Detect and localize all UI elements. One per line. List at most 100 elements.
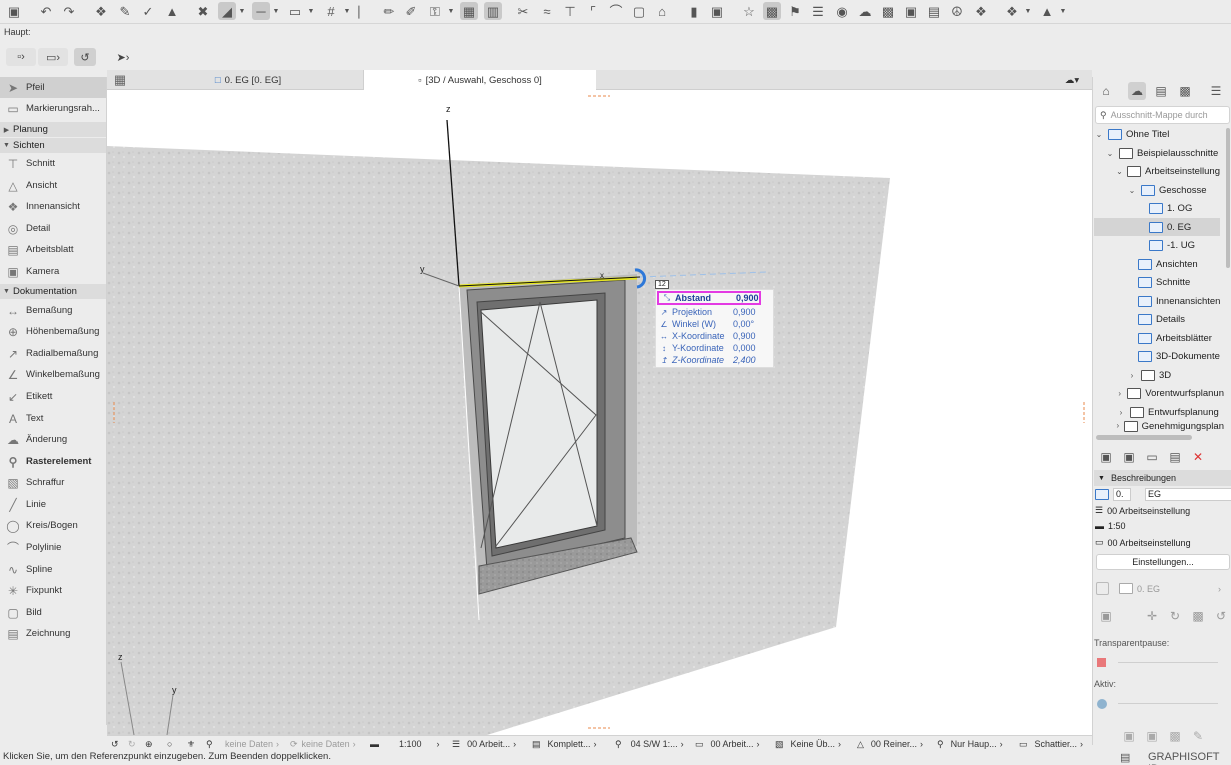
tracker-value[interactable]: 2,400 bbox=[733, 355, 756, 365]
navigator-search-input[interactable]: ⚲ Ausschnitt-Mappe durch bbox=[1095, 106, 1230, 124]
tool-schraffur[interactable]: ▧ Schraffur bbox=[0, 472, 106, 493]
distribute-icon[interactable]: ▣ bbox=[708, 2, 726, 20]
beschreibungen-header[interactable]: ▼ Beschreibungen bbox=[1094, 470, 1231, 486]
tool-rasterelement[interactable]: ⚲ Rasterelement bbox=[0, 451, 106, 472]
trim-icon[interactable]: ✂ bbox=[514, 2, 532, 20]
tree-arbeitseinstellung[interactable]: ⌄ Arbeitseinstellung bbox=[1116, 162, 1220, 180]
settings-button[interactable]: Einstellungen... bbox=[1096, 554, 1230, 570]
tree-3d-dokumente[interactable]: 3D-Dokumente bbox=[1138, 347, 1220, 365]
redo-view-icon[interactable]: ↻ bbox=[128, 736, 136, 752]
undo-view-icon[interactable]: ↺ bbox=[111, 736, 119, 752]
active-slider[interactable] bbox=[1118, 703, 1218, 704]
pen-icon[interactable]: ✏ bbox=[380, 2, 398, 20]
renovation-icon[interactable]: ▩ bbox=[763, 2, 781, 20]
active-color-swatch[interactable] bbox=[1097, 699, 1107, 709]
redo-icon[interactable]: ↷ bbox=[60, 2, 78, 20]
tool-hoehenbemassung[interactable]: ⊕ Höhenbemaßung bbox=[0, 321, 106, 342]
tree-3d[interactable]: › 3D bbox=[1127, 366, 1220, 384]
clone-folder-icon[interactable]: ▣ bbox=[1120, 448, 1138, 466]
quick-option-structure[interactable]: △ 00 Reiner... › bbox=[857, 736, 923, 752]
quick-option-graphic-override[interactable]: ▭ 00 Arbeit... › bbox=[695, 736, 760, 752]
rotate-marquee-button[interactable]: ↺ bbox=[74, 48, 96, 66]
section-dokumentation[interactable]: ▼ Dokumentation bbox=[0, 284, 106, 299]
save-view-icon[interactable]: ▣ bbox=[1097, 448, 1115, 466]
tree-horizontal-scrollbar[interactable] bbox=[1096, 435, 1192, 440]
tracker-row-projektion[interactable]: ↗ Projektion 0,900 bbox=[656, 306, 774, 318]
view-name-input[interactable]: EG bbox=[1145, 488, 1231, 501]
selection-method-button[interactable]: ▫› bbox=[6, 48, 36, 66]
tree-1-og[interactable]: 1. OG bbox=[1149, 199, 1220, 217]
tracker-value[interactable]: 0,900 bbox=[733, 307, 756, 317]
duplicate-view-icon[interactable]: ▣ bbox=[1143, 727, 1161, 745]
tracker-value[interactable]: 0,900 bbox=[736, 293, 759, 303]
tool-bild[interactable]: ▢ Bild bbox=[0, 602, 106, 623]
navigate-icon[interactable]: ❖ bbox=[1003, 2, 1021, 20]
quick-option-data-1[interactable]: keine Daten › bbox=[225, 736, 279, 752]
zoom-fit-icon[interactable]: ⚲ bbox=[206, 736, 213, 752]
lock-dropdown-icon[interactable]: ▼ bbox=[447, 6, 455, 16]
element-info-icon[interactable]: ▥ bbox=[484, 2, 502, 20]
tag-icon[interactable]: ❖ bbox=[972, 2, 990, 20]
offset-icon[interactable]: ▢ bbox=[630, 2, 648, 20]
delete-icon[interactable]: ✕ bbox=[1189, 448, 1207, 466]
quick-option-3d-style[interactable]: ▭ Schattier... › bbox=[1019, 736, 1083, 752]
intersect-icon[interactable]: ⌜ bbox=[584, 2, 602, 20]
tool-fixpunkt[interactable]: ✳ Fixpunkt bbox=[0, 580, 106, 601]
tree-entwurfsplanung[interactable]: › Entwurfsplanung bbox=[1116, 403, 1224, 421]
roof-icon[interactable]: ⌂ bbox=[653, 2, 671, 20]
quick-option-pen-set[interactable]: ⚲ 04 S/W 1:... › bbox=[615, 736, 684, 752]
copy-view-icon[interactable]: ▣ bbox=[1120, 727, 1138, 745]
undo-icon[interactable]: ↶ bbox=[37, 2, 55, 20]
transparency-slider[interactable] bbox=[1118, 662, 1218, 663]
teamwork-icon[interactable]: ☮ bbox=[948, 2, 966, 20]
tool-marquee[interactable]: ▭ Markierungsrah... bbox=[0, 98, 106, 119]
tool-ansicht[interactable]: △ Ansicht bbox=[0, 175, 106, 196]
picture-icon[interactable]: ▣ bbox=[902, 2, 920, 20]
cursor-snap-icon[interactable]: ✖ bbox=[194, 2, 212, 20]
tree-ansichten[interactable]: Ansichten bbox=[1138, 255, 1220, 273]
3d-icon[interactable]: ◉ bbox=[833, 2, 851, 20]
view-options-button[interactable]: ☁▾ bbox=[1055, 70, 1089, 90]
drawing-mode-dropdown-icon[interactable]: ▼ bbox=[1059, 6, 1067, 16]
tracker-value[interactable]: 0,000 bbox=[733, 343, 756, 353]
dimension-icon[interactable]: ▦ bbox=[460, 2, 478, 20]
quick-option-layers[interactable]: ☰ 00 Arbeit... › bbox=[452, 736, 516, 752]
pointer-mode-button[interactable]: ➤› bbox=[108, 48, 138, 66]
tree-arbeitsblaetter[interactable]: Arbeitsblätter bbox=[1138, 329, 1220, 347]
slope-icon[interactable]: ⎸ bbox=[356, 2, 374, 20]
story-select[interactable]: 0. EG › bbox=[1096, 582, 1221, 595]
guide-lines-dropdown-icon[interactable]: ▼ bbox=[238, 6, 246, 16]
align-icon[interactable]: ▮ bbox=[685, 2, 703, 20]
quick-option-scale[interactable]: ▬ 1:100 › bbox=[370, 736, 440, 752]
tool-arbeitsblatt[interactable]: ▤ Arbeitsblatt bbox=[0, 239, 106, 260]
tool-kamera[interactable]: ▣ Kamera bbox=[0, 261, 106, 282]
tab-overview-button[interactable]: ▦ bbox=[107, 70, 133, 90]
layer-combination-row[interactable]: ☰ 00 Arbeitseinstellung bbox=[1095, 505, 1190, 516]
scale-row[interactable]: ▬ 1:50 bbox=[1095, 521, 1126, 531]
tool-arrow[interactable]: ➤ Pfeil bbox=[0, 77, 106, 98]
model-view-row[interactable]: ▭ 00 Arbeitseinstellung bbox=[1095, 537, 1191, 548]
tool-winkelbemassung[interactable]: ∠ Winkelbemaßung bbox=[0, 364, 106, 385]
layout-book-icon[interactable]: ▤ bbox=[1152, 82, 1170, 100]
lock-icon[interactable]: ⚿ bbox=[426, 2, 444, 20]
model-icon[interactable]: ▩ bbox=[879, 2, 897, 20]
snap-guides-dropdown-icon[interactable]: ▼ bbox=[272, 6, 280, 16]
section-planung[interactable]: ▶ Planung bbox=[0, 122, 106, 137]
tree-innenansichten[interactable]: Innenansichten bbox=[1138, 292, 1220, 310]
tool-linie[interactable]: ╱ Linie bbox=[0, 494, 106, 515]
rotate-trace-icon[interactable]: ↻ bbox=[1166, 607, 1184, 625]
tool-aenderung[interactable]: ☁ Änderung bbox=[0, 429, 106, 450]
tab-floor-plan[interactable]: □ 0. EG [0. EG] bbox=[133, 70, 364, 90]
layers-icon[interactable]: ☰ bbox=[809, 2, 827, 20]
orbit-icon[interactable]: ○ bbox=[167, 736, 172, 752]
tracker-value[interactable]: 0,00° bbox=[733, 319, 754, 329]
explore-icon[interactable]: ⚜ bbox=[187, 736, 195, 752]
eyedropper-icon[interactable]: ✓ bbox=[139, 2, 157, 20]
reset-trace-icon[interactable]: ↺ bbox=[1212, 607, 1230, 625]
grid-dropdown-icon[interactable]: ▼ bbox=[343, 6, 351, 16]
link-view-icon[interactable]: ▩ bbox=[1166, 727, 1184, 745]
new-folder-icon[interactable]: ▭ bbox=[1143, 448, 1161, 466]
grid-icon[interactable]: # bbox=[322, 2, 340, 20]
publisher-sets-icon[interactable]: ▩ bbox=[1176, 82, 1194, 100]
inject-parameters-icon[interactable]: ✎ bbox=[116, 2, 134, 20]
